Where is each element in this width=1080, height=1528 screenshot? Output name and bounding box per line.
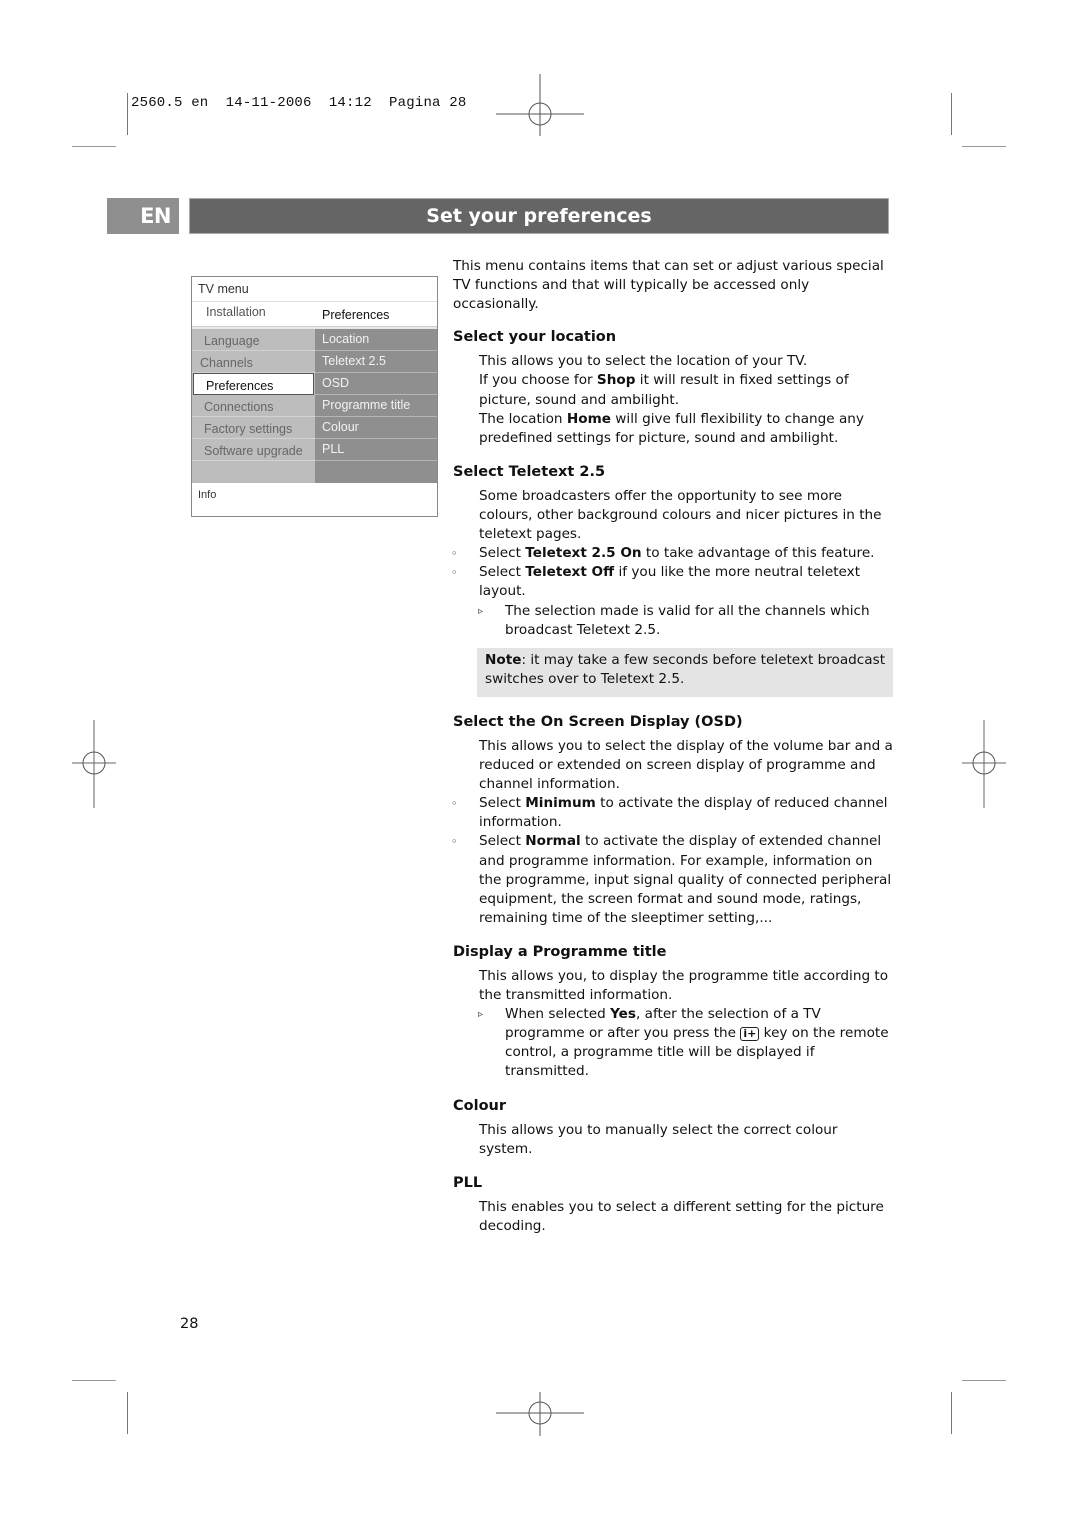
bold-text: Teletext 2.5 On [525,545,642,562]
registration-mark-icon [962,720,1006,808]
crop-mark [72,1380,116,1381]
text: The selection made is valid for all the … [505,602,870,638]
paragraph: Some broadcasters offer the opportunity … [479,487,882,543]
registration-mark-icon [72,720,116,808]
tv-menu-option-osd: OSD [315,373,437,395]
page-title: Set your preferences [189,198,889,234]
language-badge: EN [107,198,179,234]
tv-menu-right-header: Preferences [322,308,390,322]
tv-menu-item-connections: Connections [192,395,315,417]
tv-menu-option-teletext: Teletext 2.5 [315,351,437,373]
tv-menu-item-channels: Channels [192,351,315,373]
crop-mark [962,1380,1006,1381]
crop-mark [127,93,128,135]
text: When selected [505,1006,611,1023]
crop-mark [72,146,116,147]
page-number: 28 [180,1316,199,1332]
paragraph: This allows you to select the location o… [479,353,808,370]
bullet-item: ◦ Select Teletext 2.5 On to take advantag… [451,544,893,563]
bullet-icon: ◦ [451,547,458,561]
tv-menu-item-software-upgrade: Software upgrade [192,439,315,461]
tv-menu-item-language: Language [192,329,315,351]
triangle-bullet-icon: ▹ [478,1009,484,1021]
crop-mark [951,93,952,135]
print-slug: 2560.5 en 14-11-2006 14:12 Pagina 28 [131,95,467,111]
note-box: Note: it may take a few seconds before t… [477,647,893,697]
bullet-icon: ◦ [451,797,458,811]
tv-menu-option-programme-title: Programme title [315,395,437,417]
tv-menu-info: Info [198,489,217,501]
crop-mark [127,1392,128,1434]
crop-mark [951,1392,952,1434]
note-text: : it may take a few seconds before telet… [485,651,886,687]
info-key-icon: i+ [740,1027,760,1042]
tv-menu-option-colour: Colour [315,417,437,439]
triangle-bullet-icon: ▹ [478,605,484,617]
bullet-item: ◦ Select Teletext Off if you like the mor… [451,563,893,601]
paragraph: This enables you to select a different s… [479,1198,884,1235]
tv-menu-item-factory-settings: Factory settings [192,417,315,439]
divider [192,301,437,302]
tv-menu-illustration: TV menu Installation Preferences Languag… [191,276,438,517]
bold-text: Normal [525,833,581,850]
text: Select [479,795,526,812]
bold-text: Shop [596,372,636,389]
text: Select [479,833,526,850]
heading-location: Select your location [453,329,617,346]
sub-bullet-item: ▹ The selection made is valid for all the… [453,602,893,640]
heading-pll: PLL [453,1174,483,1191]
note-label: Note [485,651,522,668]
paragraph: This allows you to select the display of… [479,737,893,793]
sub-bullet-item: ▹ When selected Yes, after the selection … [453,1005,893,1081]
bold-text: Minimum [525,795,596,812]
registration-mark-icon [496,74,584,136]
text: Select [479,564,526,581]
main-content: This menu contains items that can set or… [451,257,893,1236]
tv-menu-option-pll: PLL [315,439,437,461]
tv-menu-left-panel: Language Channels Preferences Connection… [192,329,315,483]
heading-teletext: Select Teletext 2.5 [453,463,606,480]
text: Select [479,545,526,562]
tv-menu-left-header: Installation [206,305,266,319]
tv-menu-option-location: Location [315,329,437,351]
text: If you choose for [479,372,597,389]
heading-programme-title: Display a Programme title [453,943,667,960]
intro-paragraph: This menu contains items that can set or… [453,258,884,313]
heading-osd: Select the On Screen Display (OSD) [453,713,743,730]
bullet-icon: ◦ [451,566,458,580]
paragraph: This allows you, to display the programm… [479,968,889,1004]
tv-menu-right-panel: Location Teletext 2.5 OSD Programme titl… [315,329,437,483]
bullet-icon: ◦ [451,835,458,849]
bold-text: Yes [610,1006,636,1023]
paragraph: The location Home will give full flexibi… [453,410,893,448]
bullet-item: ◦ Select Normal to activate the display o… [451,832,893,927]
paragraph: This allows you to manually select the c… [479,1121,838,1157]
tv-menu-title: TV menu [198,282,249,296]
text: to take advantage of this feature. [641,545,875,562]
paragraph: If you choose for Shop it will result in… [453,371,893,409]
heading-colour: Colour [453,1097,507,1114]
tv-menu-item-preferences: Preferences [193,373,314,395]
text: The location [479,410,567,427]
bold-text: Teletext Off [525,564,615,581]
crop-mark [962,146,1006,147]
registration-mark-icon [496,1392,584,1436]
bold-text: Home [566,410,611,427]
bullet-item: ◦ Select Minimum to activate the display … [451,794,893,832]
